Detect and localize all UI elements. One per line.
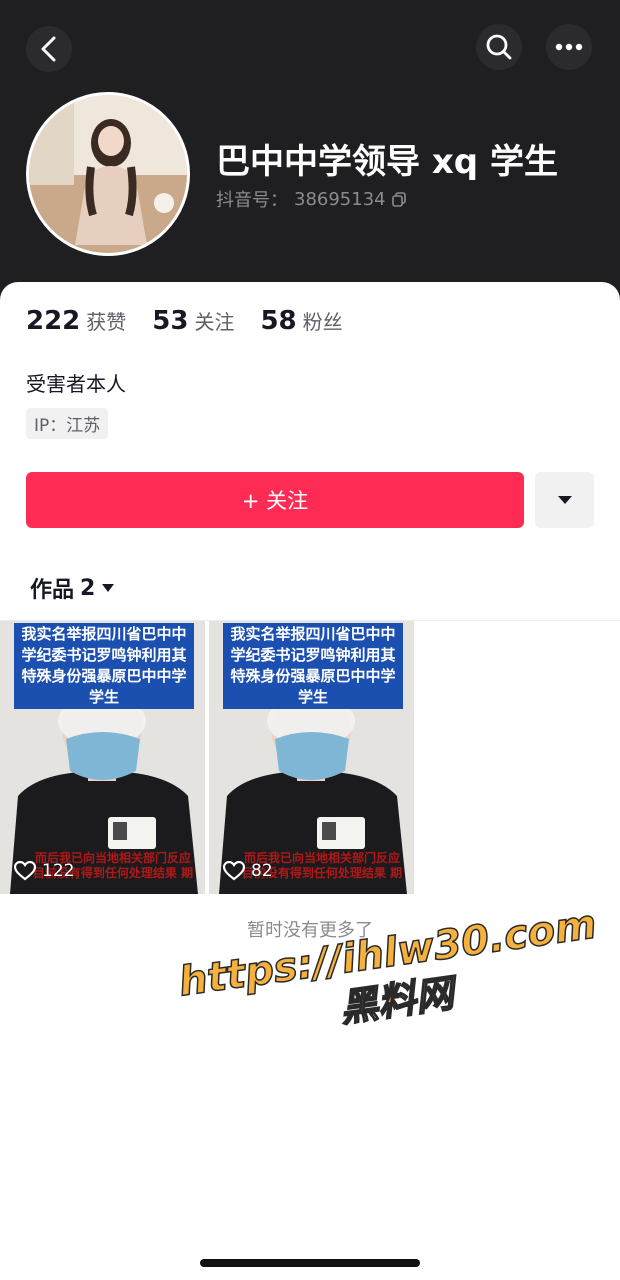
video-thumbnail[interactable]: 我实名举报四川省巴中中学纪委书记罗鸣钟利用其特殊身份强暴原巴中中学学生 而后我已… <box>209 621 414 894</box>
video-likes-count: 82 <box>251 861 273 881</box>
works-count: 2 <box>80 575 96 601</box>
video-likes: 82 <box>223 861 273 881</box>
search-button[interactable] <box>476 24 522 70</box>
search-icon <box>486 34 512 60</box>
follow-button[interactable]: + 关注 <box>26 472 524 528</box>
douyin-id[interactable]: 抖音号： 38695134 <box>216 186 406 212</box>
more-button[interactable] <box>546 24 592 70</box>
profile-bio: 受害者本人 <box>26 372 126 396</box>
video-thumbnail[interactable]: 我实名举报四川省巴中中学纪委书记罗鸣钟利用其特殊身份强暴原巴中中学学生 而后我已… <box>0 621 205 894</box>
profile-name: 巴中中学领导 xq 学生 <box>216 142 558 182</box>
avatar[interactable] <box>26 92 190 256</box>
chevron-left-icon <box>41 36 56 62</box>
video-likes-count: 122 <box>42 861 75 881</box>
douyin-id-label: 抖音号： <box>216 190 288 211</box>
triangle-down-icon <box>102 584 115 592</box>
triangle-down-icon <box>557 496 572 504</box>
avatar-photo <box>29 95 187 253</box>
video-overlay-caption: 我实名举报四川省巴中中学纪委书记罗鸣钟利用其特殊身份强暴原巴中中学学生 <box>14 623 194 709</box>
stat-number: 222 <box>26 306 81 336</box>
video-likes: 122 <box>14 861 74 881</box>
stat-following[interactable]: 53 关注 <box>152 306 234 336</box>
more-horizontal-icon <box>555 43 583 51</box>
stat-followers[interactable]: 58 粉丝 <box>260 306 342 336</box>
profile-stats: 222 获赞 53 关注 58 粉丝 <box>26 306 369 336</box>
copy-icon[interactable] <box>391 191 406 207</box>
tab-works[interactable]: 作品 2 <box>30 572 115 604</box>
stat-label: 获赞 <box>86 310 127 334</box>
works-grid: 我实名举报四川省巴中中学纪委书记罗鸣钟利用其特殊身份强暴原巴中中学学生 而后我已… <box>0 621 414 894</box>
douyin-id-value: 38695134 <box>294 188 386 210</box>
stat-label: 关注 <box>194 310 235 334</box>
works-tab-label: 作品 <box>30 578 75 603</box>
back-button[interactable] <box>26 26 72 72</box>
video-overlay-caption: 我实名举报四川省巴中中学纪委书记罗鸣钟利用其特殊身份强暴原巴中中学学生 <box>223 623 403 709</box>
home-indicator[interactable] <box>200 1259 420 1267</box>
stat-number: 53 <box>152 306 189 336</box>
stat-number: 58 <box>260 306 297 336</box>
heart-icon <box>223 861 245 881</box>
heart-icon <box>14 861 36 881</box>
ip-location-tag: IP：江苏 <box>26 408 109 439</box>
stat-likes[interactable]: 222 获赞 <box>26 306 126 336</box>
stat-label: 粉丝 <box>302 310 343 334</box>
recommend-dropdown-button[interactable] <box>535 472 594 528</box>
